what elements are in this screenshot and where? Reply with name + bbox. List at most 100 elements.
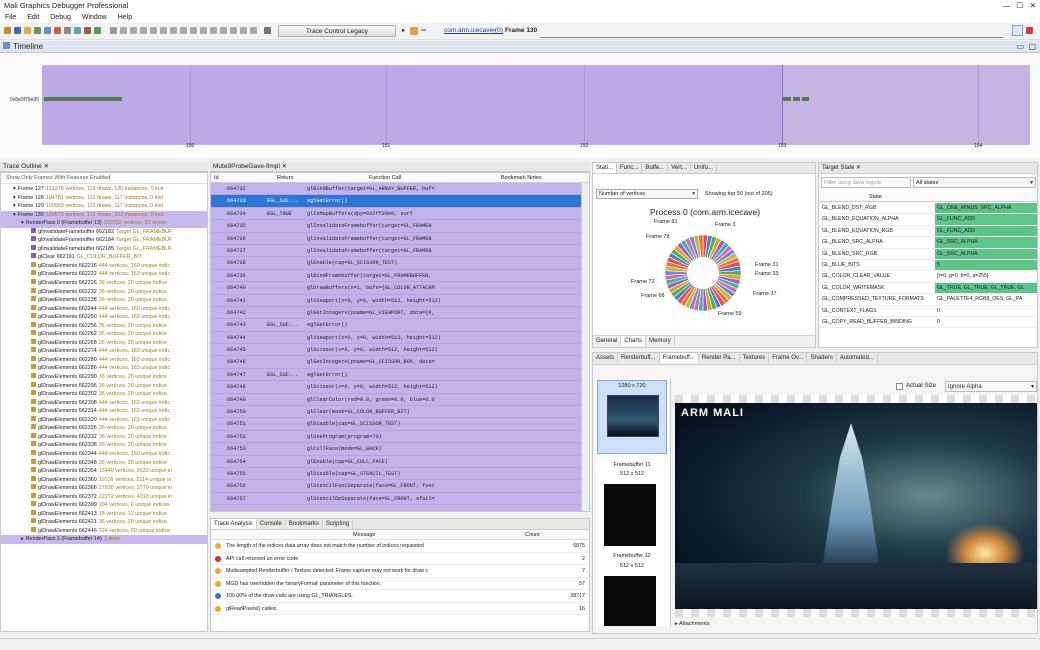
outline-row[interactable]: glInvalidateFramebuffer 662185 Target GL_… [1, 244, 207, 254]
outline-row[interactable]: glDrawElements 662232 36 vertices, 20 uni… [1, 287, 207, 297]
function-call-row[interactable]: 664749 glClearColor(red=0.0, green=0.0, b… [211, 394, 589, 407]
tab-general[interactable]: General [593, 336, 622, 346]
frame-region[interactable] [42, 66, 782, 144]
outline-row[interactable]: glDrawElements 662399 204 vertices, 0 uni… [1, 501, 207, 510]
menu-edit[interactable]: Edit [27, 14, 39, 21]
state-row[interactable]: GL_BLEND_EQUATION_ALPHA GL_FUNC_ADD [819, 214, 1037, 226]
capture-icon[interactable] [54, 27, 61, 34]
outline-row[interactable]: glDrawElements 662216 444 vertices, 160 u… [1, 261, 207, 271]
outline-row[interactable]: glDrawElements 662366 27030 vertices, 277… [1, 484, 207, 493]
function-call-row[interactable]: 664737 glInvalidateFramebuffer(target=GL_… [211, 245, 589, 258]
tab-textures[interactable]: Textures [740, 353, 770, 363]
camera-icon[interactable] [160, 27, 167, 34]
outline-row[interactable]: glDrawElements 662354 13440 vertices, 263… [1, 467, 207, 476]
outline-row[interactable]: ▾ Frame 129 100003 vertices, 115 draws, 11… [1, 202, 207, 211]
outline-row[interactable]: glClear 662191 GL_COLOR_BUFFER_BIT [1, 253, 207, 262]
stats-pie-chart[interactable]: Frame 81 Frame 3 Frame 78 Frame 31 Frame 33 F… [593, 219, 815, 331]
outline-row[interactable]: ▾ RenderPass 0 (Framebuffer 13) 100792 ver… [1, 219, 207, 228]
outline-row[interactable]: glDrawElements 662262 36 vertices, 20 uni… [1, 330, 207, 339]
timeline-maximize-icon[interactable]: ▢ [1028, 41, 1036, 52]
outline-row[interactable]: glDrawElements 662344 444 vertices, 160 u… [1, 449, 207, 459]
filter-checkbox-row[interactable]: Show Only Frames With Features Enabled [1, 173, 207, 184]
attachments-label[interactable]: ▸ Attachments [675, 621, 710, 627]
state-row[interactable]: GL_BLEND_SRC_RGB GL_SRC_ALPHA [819, 248, 1037, 260]
outline-row[interactable]: glDrawElements 662296 36 vertices, 20 uni… [1, 381, 207, 391]
col-id[interactable]: Id [214, 173, 219, 183]
function-call-row[interactable]: 664743 EGL_SUC... eglGetError() [211, 319, 589, 332]
tab-functions[interactable]: Func... [617, 163, 643, 173]
perspective-icon[interactable] [1012, 25, 1023, 36]
framebuffer-thumb-0[interactable]: 1280 x 720 [597, 380, 667, 454]
framebuffer-thumb-2[interactable] [604, 576, 656, 626]
outline-row[interactable]: ▸ RenderPass 1 (Framebuffer 14) 1 draw [1, 535, 207, 544]
pin-icon[interactable] [1026, 27, 1033, 34]
tab-scripting[interactable]: Scripting [323, 519, 354, 529]
folder-icon[interactable] [24, 27, 31, 34]
timeline-minimize-icon[interactable]: ▭ [1016, 41, 1024, 52]
function-call-row[interactable]: 664736 glInvalidateFramebuffer(target=GL_… [211, 233, 589, 245]
tab-buffers[interactable]: Buffe... [642, 163, 669, 173]
depth-icon[interactable] [200, 27, 207, 34]
bookmark-icon[interactable] [240, 27, 247, 34]
analysis-row[interactable]: 100.00% of the draw calls are using GL_T… [211, 590, 589, 603]
outline-row[interactable]: glDrawElements 662332 36 vertices, 20 uni… [1, 432, 207, 442]
outline-row[interactable]: glDrawElements 662348 36 vertices, 20 uni… [1, 458, 207, 468]
function-call-row[interactable]: 664740 glDrawBuffers(n=1, bufs={GL_COLOR_… [211, 282, 589, 295]
outline-row[interactable]: glDrawElements 662326 36 vertices, 20 uni… [1, 424, 207, 433]
save-icon[interactable] [14, 27, 21, 34]
col-count[interactable]: Count [525, 530, 540, 540]
function-call-row[interactable]: 664734 EGL_TRUE glIsMapBuffers(dpy=0x2ff20… [211, 208, 589, 221]
timeline-event-bar[interactable] [793, 97, 800, 101]
timeline-event-bar[interactable] [783, 97, 791, 101]
stats-metric-dropdown[interactable]: Number of vertices ▾ [596, 189, 698, 199]
target-state-title[interactable]: Target State [822, 165, 854, 171]
col-function-call[interactable]: Function Call [369, 173, 401, 183]
function-call-row[interactable]: 664755 glDisable(cap=GL_STENCIL_TEST) [211, 468, 589, 481]
tab-frame-overview[interactable]: Frame Ov... [769, 353, 808, 363]
play-icon[interactable] [44, 27, 51, 34]
tab-trace-analysis[interactable]: Trace Analysis [211, 519, 257, 529]
tab-bookmarks[interactable]: Bookmarks [286, 519, 323, 529]
function-call-row[interactable]: 664747 EGL_SUC... eglGetError() [211, 369, 589, 382]
tab-renderbuffers[interactable]: Renderbuff... [618, 353, 660, 363]
filter-icon[interactable] [250, 27, 257, 34]
outline-row[interactable]: glDrawElements 662222 444 vertices, 163 u… [1, 270, 207, 279]
function-call-row[interactable]: 664733 EGL_SUC... eglGetError() [211, 195, 589, 208]
outline-row[interactable]: glDrawElements 662286 444 vertices, 163 u… [1, 364, 207, 373]
tab-render-passes[interactable]: Render Pa... [699, 353, 740, 363]
fragment-count-icon[interactable] [190, 27, 197, 34]
analysis-row[interactable]: glReadPixels() called. 16 [211, 603, 589, 615]
resume-icon[interactable] [94, 27, 101, 34]
function-call-row[interactable]: 664735 glInvalidateFramebuffer(target=GL_… [211, 220, 589, 233]
outline-row[interactable]: glDrawElements 662413 18 vertices, 12 uni… [1, 509, 207, 519]
settings-icon[interactable] [230, 27, 237, 34]
tab-console[interactable]: Console [257, 519, 286, 529]
outline-row[interactable]: ▾ Frame 130 100579 vertices, 113 draws, 10… [1, 210, 207, 220]
tab-vertex[interactable]: Vert... [668, 163, 691, 173]
function-calls-scrollbar[interactable] [581, 183, 589, 511]
function-call-row[interactable]: 664745 glScissor(x=0, y=0, width=512, hei… [211, 344, 589, 357]
function-call-row[interactable]: 664746 glGetIntegerv(pname=GL_SCISSOR_BOX… [211, 356, 589, 369]
states-dropdown[interactable]: All states ▾ [913, 177, 1036, 188]
state-row[interactable]: GL_COMPRESSED_TEXTURE_FORMATS GL_PALETTE4… [819, 294, 1037, 306]
tab-shaders[interactable]: Shaders [807, 353, 837, 363]
record-icon[interactable] [140, 27, 147, 34]
outline-row[interactable]: ▾ Frame 128 104781 vertices, 115 draws, 11… [1, 194, 207, 203]
function-call-row[interactable]: 664757 glStencilOpSeparate(face=GL_FRONT,… [211, 493, 589, 506]
actual-size-checkbox[interactable] [896, 383, 903, 390]
function-calls-title[interactable]: Mute9ProbeGave-fimpl [213, 163, 280, 170]
function-call-row[interactable]: 664750 glClear(mask=GL_COLOR_BUFFER_BIT) [211, 406, 589, 419]
menu-file[interactable]: File [5, 14, 16, 21]
outline-row[interactable]: glDrawElements 662250 444 vertices, 163 u… [1, 313, 207, 322]
state-row[interactable]: GL_BLEND_SRC_ALPHA GL_SRC_ALPHA [819, 237, 1037, 249]
timing-icon[interactable] [220, 27, 227, 34]
function-call-row[interactable]: 664754 glEnable(cap=GL_CULL_FACE) [211, 456, 589, 468]
state-header[interactable]: State [819, 192, 1037, 202]
close-icon[interactable]: ✕ [1030, 0, 1036, 12]
frame-step-icon[interactable] [110, 27, 117, 34]
close-tab-icon[interactable]: ✕ [44, 163, 49, 170]
state-row[interactable]: GL_BLUE_BITS 5 [819, 259, 1037, 272]
outline-row[interactable]: glDrawElements 662256 36 vertices, 20 uni… [1, 321, 207, 331]
outline-row[interactable]: ▾ Frame 127 131278 vertices, 119 draws, 12… [1, 185, 207, 194]
tab-memory[interactable]: Memory [646, 336, 675, 346]
